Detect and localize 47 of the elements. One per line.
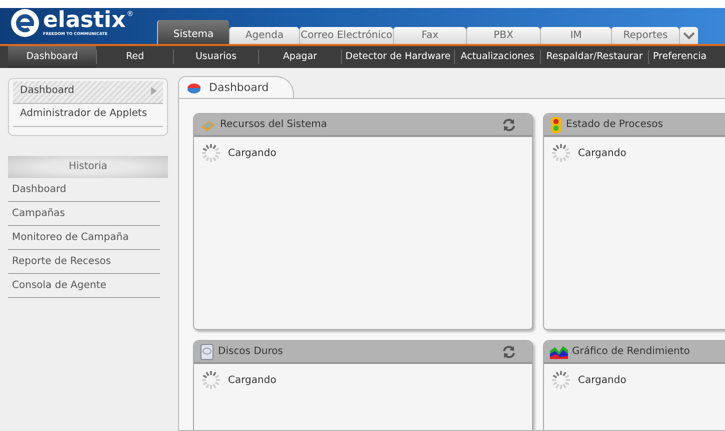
logo-name: elastix xyxy=(43,10,126,32)
loading-text: Cargando xyxy=(578,148,626,158)
module-tab[interactable]: PBX xyxy=(466,27,540,44)
loading-spinner-icon xyxy=(200,369,222,391)
sidebar-item[interactable]: Administrador de Applets xyxy=(13,104,163,127)
panel-title: Discos Duros xyxy=(218,346,283,357)
menu-item[interactable]: Dashboard xyxy=(8,46,96,68)
loading-text: Cargando xyxy=(228,374,276,386)
module-tab[interactable]: Fax xyxy=(393,27,466,44)
arrow-icon xyxy=(151,87,157,95)
module-tab[interactable]: Sistema xyxy=(157,20,229,44)
loading-spinner-icon xyxy=(200,142,222,164)
pie-icon xyxy=(187,82,201,94)
traffic-light-icon xyxy=(550,116,562,132)
area-chart-icon xyxy=(550,344,568,358)
module-tab[interactable]: IM xyxy=(540,27,611,44)
disk-drive-icon xyxy=(200,344,214,360)
page-tab[interactable]: Dashboard xyxy=(178,76,294,98)
history-header: Historia xyxy=(8,156,168,178)
history-link[interactable]: Dashboard xyxy=(8,178,160,202)
loading-spinner-icon xyxy=(550,142,572,164)
module-tab[interactable]: Correo Electrónico xyxy=(299,27,393,44)
caret-icon xyxy=(683,32,695,40)
module-tab[interactable]: Reportes xyxy=(611,27,679,44)
menu-item[interactable]: Apagar xyxy=(258,50,341,64)
panel-title: Estado de Procesos xyxy=(566,119,663,130)
loading-text: Cargando xyxy=(578,374,626,386)
more-tabs-button[interactable] xyxy=(679,27,698,44)
refresh-icon[interactable] xyxy=(502,118,516,132)
module-tab[interactable]: Agenda xyxy=(229,27,299,44)
panel-title: Recursos del Sistema xyxy=(220,119,328,130)
menu-item[interactable]: Respaldar/Restaurar xyxy=(540,50,648,64)
refresh-icon[interactable] xyxy=(502,344,516,358)
sidebar-item[interactable]: Dashboard xyxy=(13,81,163,104)
history-link[interactable]: Campañas xyxy=(8,202,160,226)
menu-item[interactable]: Preferencia xyxy=(648,50,711,64)
history-link[interactable]: Consola de Agente xyxy=(8,274,160,298)
panel-title: Gráfico de Rendimiento xyxy=(572,346,690,357)
menu-item[interactable]: Red xyxy=(96,50,173,64)
logo-icon xyxy=(10,8,40,38)
menu-item[interactable]: Usuarios xyxy=(173,50,258,64)
loading-spinner-icon xyxy=(550,369,572,391)
menu-item[interactable]: Actualizaciones xyxy=(454,50,540,64)
history-link[interactable]: Monitoreo de Campaña xyxy=(8,226,160,250)
history-link[interactable]: Reporte de Recesos xyxy=(8,250,160,274)
menu-item[interactable]: Detector de Hardware xyxy=(341,50,454,64)
loading-text: Cargando xyxy=(228,148,276,158)
